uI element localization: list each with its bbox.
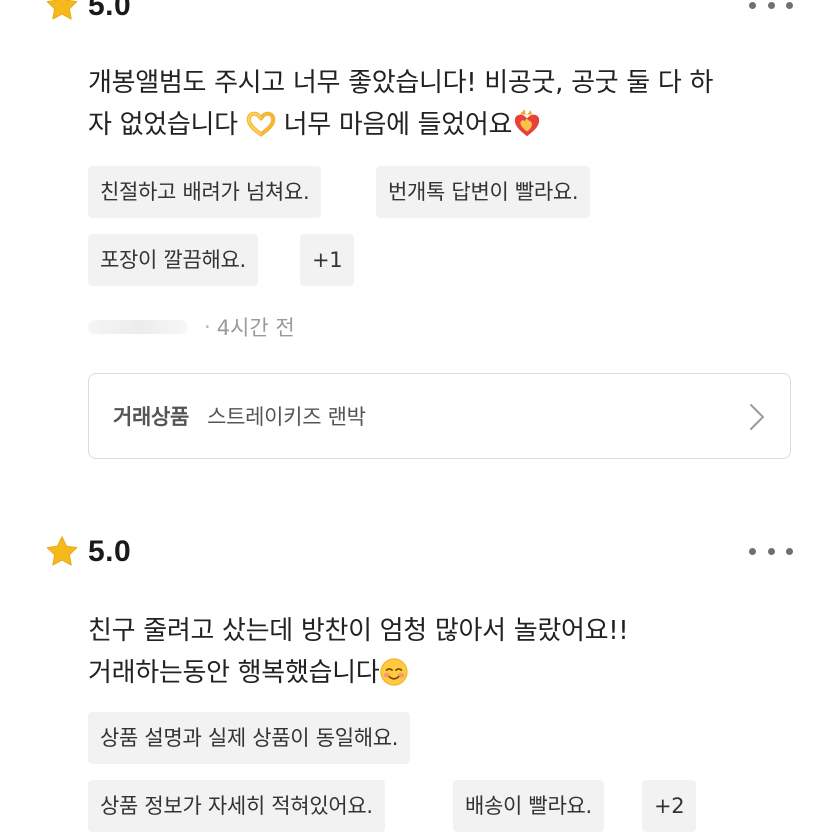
traded-product-label: 거래상품: [113, 405, 190, 429]
more-options-button[interactable]: [749, 536, 793, 566]
traded-product-name: 스트레이키즈 랜박: [207, 405, 366, 429]
review-tags: 친절하고 배려가 넘쳐요. 번개톡 답변이 빨라요. 포장이 깔끔해요. +1: [88, 166, 808, 290]
review-tag: 번개톡 답변이 빨라요.: [376, 166, 591, 218]
rating-value: 5.0: [88, 535, 132, 568]
review-text: 친구 줄려고 샀는데 방찬이 엄청 많아서 놀랐어요!! 거래하는동안 행복했습…: [88, 610, 803, 694]
more-tags-button[interactable]: +2: [642, 780, 697, 832]
review-text-line: 거래하는동안 행복했습니다: [88, 652, 803, 694]
traded-product-card[interactable]: 거래상품 스트레이키즈 랜박: [88, 373, 791, 459]
heart-hands-emoji: [246, 111, 275, 137]
review-meta: · 4시간 전: [88, 312, 295, 342]
review-text: 개봉앨범도 주시고 너무 좋았습니다! 비공굿, 공굿 둘 다 하 자 없었습니…: [88, 62, 803, 146]
more-dots-icon: [749, 547, 756, 555]
review-tag: 친절하고 배려가 넘쳐요.: [88, 166, 322, 218]
review-tag: 포장이 깔끔해요.: [88, 234, 258, 286]
review-tag: 배송이 빨라요.: [453, 780, 604, 832]
reviewer-name-blurred: [88, 320, 188, 334]
rating-value: 5.0: [88, 0, 132, 22]
review-time: 4시간 전: [216, 316, 295, 340]
rating-row: 5.0: [44, 532, 131, 572]
review-card: 5.0 친구 줄려고 샀는데 방찬이 엄청 많아서 놀랐어요!! 거래하는동안 …: [0, 480, 839, 839]
meta-separator: ·: [204, 315, 211, 339]
star-icon: [46, 536, 78, 566]
rating-row: 5.0: [44, 0, 131, 26]
review-tag: 상품 설명과 실제 상품이 동일해요.: [88, 712, 411, 764]
more-options-button[interactable]: [749, 0, 793, 20]
review-text-line: 개봉앨범도 주시고 너무 좋았습니다! 비공굿, 공굿 둘 다 하: [88, 68, 714, 98]
review-text-line: 자 없었습니다 너무 마음에 들었어요: [88, 104, 803, 146]
chevron-right-icon: [750, 404, 764, 430]
review-card: 5.0 개봉앨범도 주시고 너무 좋았습니다! 비공굿, 공굿 둘 다 하 자 …: [0, 0, 839, 480]
review-text-line: 친구 줄려고 샀는데 방찬이 엄청 많아서 놀랐어요!!: [88, 616, 629, 646]
more-dots-icon: [749, 1, 756, 9]
more-tags-button[interactable]: +1: [300, 234, 355, 286]
review-tags: 상품 설명과 실제 상품이 동일해요. 상품 정보가 자세히 적혀있어요. 배송…: [88, 712, 808, 836]
heart-on-fire-emoji: [514, 109, 540, 137]
review-tag: 상품 정보가 자세히 적혀있어요.: [88, 780, 385, 832]
smiling-face-emoji: [380, 658, 408, 686]
star-icon: [46, 0, 78, 20]
